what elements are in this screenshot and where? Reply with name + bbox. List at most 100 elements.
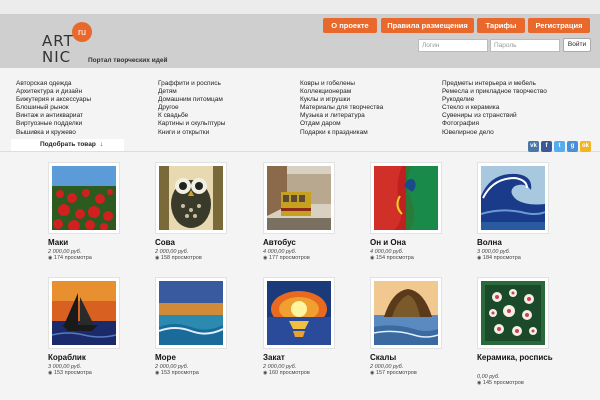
category-link[interactable]: Блошиный рынок — [16, 104, 91, 112]
google-share-icon[interactable]: g — [567, 141, 578, 152]
product-image-keramika[interactable] — [477, 277, 549, 349]
category-link[interactable]: Авторская одежда — [16, 80, 91, 88]
category-link[interactable]: Винтаж и антиквариат — [16, 112, 91, 120]
logo-line-1: ART — [42, 32, 74, 50]
product-image-maki[interactable] — [48, 162, 120, 234]
category-link[interactable]: Фотография — [442, 120, 547, 128]
category-link[interactable]: Материалы для творчества — [300, 104, 383, 112]
product-title[interactable]: Автобус — [263, 238, 296, 248]
wave-painting-icon — [481, 166, 545, 230]
product-title[interactable]: Скалы — [370, 353, 396, 363]
category-link[interactable]: Виртуозные подделки — [16, 120, 91, 128]
category-link[interactable]: Ковры и гобелены — [300, 80, 383, 88]
category-link[interactable]: Ювелирное дело — [442, 129, 547, 137]
product-title[interactable]: Керамика, роспись — [477, 353, 557, 363]
category-column-2: Граффити и роспись Детям Домашним питомц… — [158, 80, 225, 137]
product-title[interactable]: Кораблик — [48, 353, 86, 363]
category-link[interactable]: Музыка и литература — [300, 112, 383, 120]
logo-line-2: NIC — [42, 48, 72, 66]
product-title[interactable]: Закат — [263, 353, 285, 363]
category-link[interactable]: Куклы и игрушки — [300, 96, 383, 104]
owl-painting-icon — [159, 166, 223, 230]
product-views: ◉ 153 просмотра — [48, 370, 92, 376]
product-views: ◉ 184 просмотра — [477, 255, 521, 261]
ok-share-icon[interactable]: ok — [580, 141, 591, 152]
divider — [0, 151, 600, 152]
password-input[interactable]: Пароль — [490, 39, 560, 52]
product-image-skaly[interactable] — [370, 277, 442, 349]
product-image-zakat[interactable] — [263, 277, 335, 349]
couple-painting-icon — [374, 166, 438, 230]
category-column-3: Ковры и гобелены Коллекционерам Куклы и … — [300, 80, 383, 137]
product-views: ◉ 153 просмотра — [155, 370, 199, 376]
sailboat-painting-icon — [52, 281, 116, 345]
product-title[interactable]: Сова — [155, 238, 175, 248]
category-link[interactable]: Отдам даром — [300, 120, 383, 128]
category-link[interactable]: Предметы интерьера и мебель — [442, 80, 547, 88]
eye-icon: ◉ — [477, 255, 482, 261]
product-views: ◉ 177 просмотров — [263, 255, 310, 261]
login-input[interactable]: Логин — [418, 39, 488, 52]
category-link[interactable]: К свадьбе — [158, 112, 225, 120]
eye-icon: ◉ — [155, 370, 160, 376]
sunset-painting-icon — [267, 281, 331, 345]
product-views: ◉ 160 просмотров — [263, 370, 310, 376]
product-image-sova[interactable] — [155, 162, 227, 234]
category-column-1: Авторская одежда Архитектура и дизайн Би… — [16, 80, 91, 137]
eye-icon: ◉ — [48, 255, 53, 261]
product-title[interactable]: Море — [155, 353, 176, 363]
eye-icon: ◉ — [370, 255, 375, 261]
product-image-korablik[interactable] — [48, 277, 120, 349]
category-link[interactable]: Книги и открытки — [158, 129, 225, 137]
product-image-more[interactable] — [155, 277, 227, 349]
category-link[interactable]: Рукоделие — [442, 96, 547, 104]
category-link[interactable]: Детям — [158, 88, 225, 96]
eye-icon: ◉ — [155, 255, 160, 261]
tram-painting-icon — [267, 166, 331, 230]
rocks-painting-icon — [374, 281, 438, 345]
nav-about-button[interactable]: О проекте — [323, 18, 377, 33]
product-title[interactable]: Волна — [477, 238, 502, 248]
category-link[interactable]: Коллекционерам — [300, 88, 383, 96]
twitter-share-icon[interactable]: t — [554, 141, 565, 152]
product-title[interactable]: Маки — [48, 238, 68, 248]
ceramic-tile-painting-icon — [481, 281, 545, 345]
category-link[interactable]: Граффити и роспись — [158, 80, 225, 88]
category-link[interactable]: Домашним питомцам — [158, 96, 225, 104]
product-views: ◉ 174 просмотра — [48, 255, 92, 261]
product-views: ◉ 157 просмотров — [370, 370, 417, 376]
vk-share-icon[interactable]: vk — [528, 141, 539, 152]
arrow-down-icon: ↓ — [99, 141, 104, 148]
product-views: ◉ 154 просмотра — [370, 255, 414, 261]
logo-badge: ru — [72, 22, 92, 42]
filter-products-button[interactable]: Подобрать товар ↓ — [11, 139, 124, 151]
product-image-on-i-ona[interactable] — [370, 162, 442, 234]
poppies-painting-icon — [52, 166, 116, 230]
product-views: ◉ 145 просмотров — [477, 380, 524, 386]
facebook-share-icon[interactable]: f — [541, 141, 552, 152]
category-link[interactable]: Ремесла и прикладное творчество — [442, 88, 547, 96]
category-link[interactable]: Архитектура и дизайн — [16, 88, 91, 96]
login-button[interactable]: Войти — [563, 38, 591, 52]
eye-icon: ◉ — [48, 370, 53, 376]
category-link[interactable]: Картины и скульптуры — [158, 120, 225, 128]
nav-tariffs-button[interactable]: Тарифы — [477, 18, 525, 33]
site-tagline: Портал творческих идей — [88, 57, 168, 64]
product-views: ◉ 158 просмотров — [155, 255, 202, 261]
filter-label: Подобрать товар — [40, 141, 96, 148]
category-link[interactable]: Сувениры из странствий — [442, 112, 547, 120]
product-image-volna[interactable] — [477, 162, 549, 234]
category-column-4: Предметы интерьера и мебель Ремесла и пр… — [442, 80, 547, 137]
eye-icon: ◉ — [370, 370, 375, 376]
nav-register-button[interactable]: Регистрация — [528, 18, 590, 33]
category-link[interactable]: Вышивка и кружево — [16, 129, 91, 137]
eye-icon: ◉ — [263, 370, 268, 376]
sea-painting-icon — [159, 281, 223, 345]
product-title[interactable]: Он и Она — [370, 238, 406, 248]
eye-icon: ◉ — [263, 255, 268, 261]
top-strip — [0, 0, 600, 14]
category-link[interactable]: Подарки к праздникам — [300, 129, 383, 137]
eye-icon: ◉ — [477, 380, 482, 386]
nav-rules-button[interactable]: Правила размещения — [381, 18, 474, 33]
product-image-avtobus[interactable] — [263, 162, 335, 234]
